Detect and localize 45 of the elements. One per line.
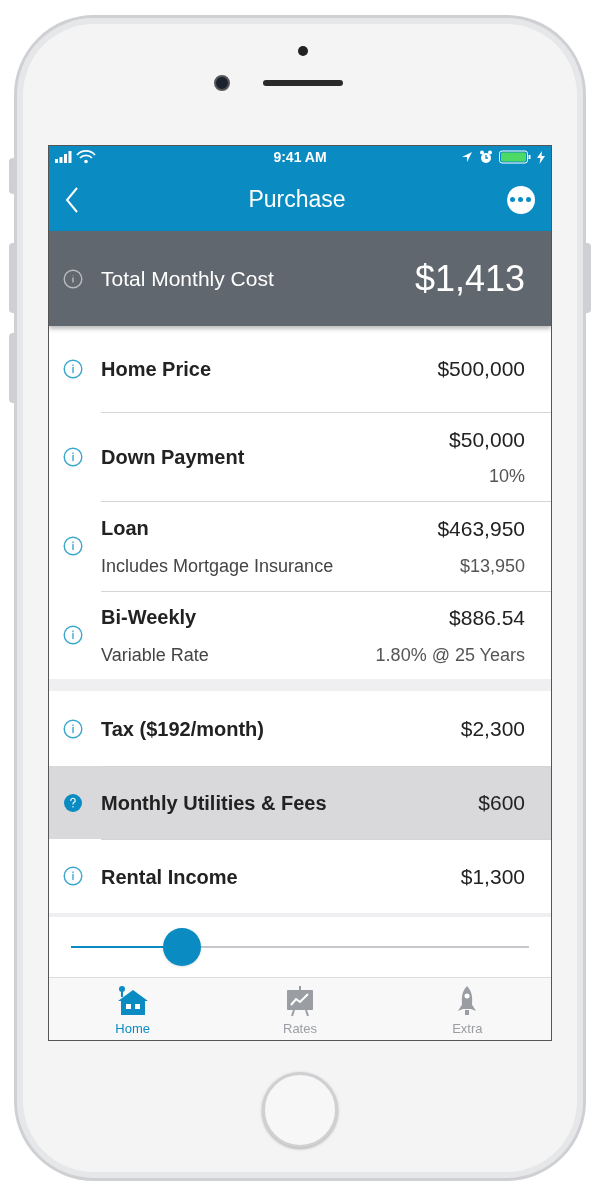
status-time: 9:41 AM — [273, 147, 327, 167]
slider[interactable] — [71, 928, 529, 966]
total-value: $1,413 — [414, 256, 525, 301]
location-arrow-icon — [461, 151, 473, 163]
row-value: $50,000 — [449, 426, 525, 453]
info-icon[interactable] — [63, 625, 83, 645]
help-icon[interactable] — [63, 792, 83, 813]
more-button[interactable] — [507, 185, 535, 214]
charging-bolt-icon — [537, 150, 545, 164]
row-subtitle: Includes Mortgage Insurance — [101, 555, 335, 578]
slider-thumb[interactable] — [163, 928, 202, 966]
row-value: $463,950 — [437, 516, 525, 543]
row-value: $886.54 — [449, 605, 525, 632]
row-subvalue: 10% — [488, 465, 525, 489]
total-label: Total Monthly Cost — [101, 265, 275, 292]
chart-board-icon — [285, 984, 315, 1017]
row-value: $500,000 — [437, 356, 525, 383]
row-value: $2,300 — [460, 715, 525, 742]
row-label: Rental Income — [101, 864, 239, 890]
front-camera — [214, 75, 230, 91]
info-icon[interactable] — [63, 268, 83, 289]
home-button[interactable] — [262, 1071, 338, 1148]
alarm-clock-icon — [479, 150, 493, 164]
row-subvalue: 1.80% @ 25 Years — [375, 643, 525, 667]
row-label: Home Price — [101, 357, 213, 382]
row-label: Tax ($192/month) — [101, 716, 265, 742]
row-label: Monthly Utilities & Fees — [101, 791, 328, 816]
row-subvalue: $13,950 — [459, 554, 525, 578]
info-icon[interactable] — [63, 866, 83, 886]
battery-icon — [499, 150, 531, 164]
info-icon[interactable] — [63, 718, 83, 739]
row-label: Bi-Weekly — [101, 605, 198, 630]
info-icon[interactable] — [63, 536, 83, 556]
row-value: $1,300 — [460, 863, 525, 890]
row-label: Down Payment — [101, 445, 246, 470]
row-label: Loan — [101, 516, 150, 541]
tab-item[interactable]: Home — [49, 978, 217, 1040]
row-value: $600 — [478, 790, 525, 817]
row-subtitle: Variable Rate — [101, 644, 210, 667]
signal-wifi-icon — [55, 150, 99, 164]
info-icon[interactable] — [63, 446, 83, 467]
cost-row[interactable]: Monthly Utilities & Fees $600 — [49, 766, 551, 839]
rocket-icon — [456, 984, 479, 1017]
screen-title: Purchase — [248, 185, 346, 215]
info-icon[interactable] — [63, 359, 83, 379]
